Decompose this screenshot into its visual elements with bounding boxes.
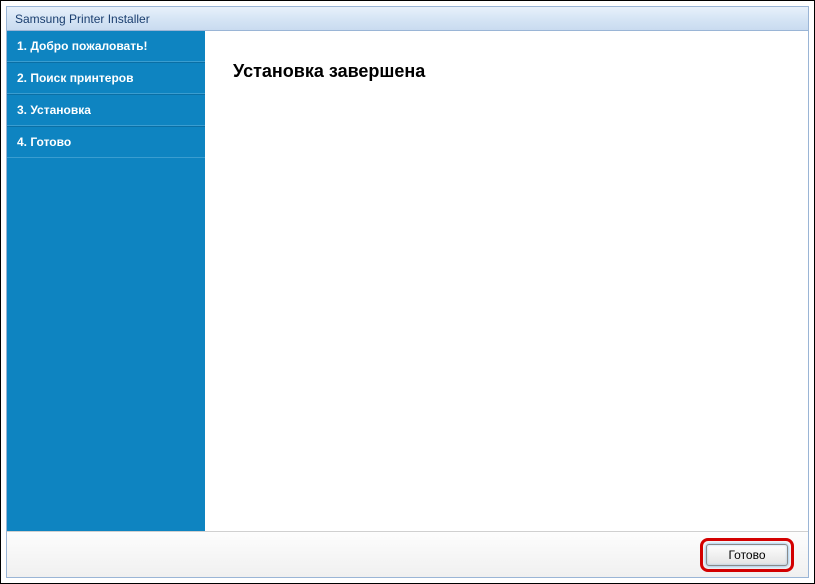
highlight-ring: Готово bbox=[700, 538, 794, 572]
footer: Готово bbox=[7, 531, 808, 577]
titlebar: Samsung Printer Installer bbox=[7, 7, 808, 31]
outer-container: Samsung Printer Installer 1. Добро пожал… bbox=[0, 0, 815, 584]
sidebar-step-search-printers: 2. Поиск принтеров bbox=[7, 62, 205, 94]
main-heading: Установка завершена bbox=[233, 61, 780, 82]
main-panel: Установка завершена bbox=[205, 31, 808, 531]
sidebar-step-label: 4. Готово bbox=[17, 135, 71, 149]
installer-window: Samsung Printer Installer 1. Добро пожал… bbox=[6, 6, 809, 578]
sidebar-step-install: 3. Установка bbox=[7, 94, 205, 126]
sidebar-step-label: 1. Добро пожаловать! bbox=[17, 39, 147, 53]
sidebar-step-label: 2. Поиск принтеров bbox=[17, 71, 133, 85]
sidebar-step-welcome: 1. Добро пожаловать! bbox=[7, 31, 205, 62]
sidebar-step-label: 3. Установка bbox=[17, 103, 91, 117]
content-area: 1. Добро пожаловать! 2. Поиск принтеров … bbox=[7, 31, 808, 531]
sidebar-step-done: 4. Готово bbox=[7, 126, 205, 158]
done-button[interactable]: Готово bbox=[706, 544, 788, 566]
window-title: Samsung Printer Installer bbox=[15, 12, 150, 26]
sidebar: 1. Добро пожаловать! 2. Поиск принтеров … bbox=[7, 31, 205, 531]
